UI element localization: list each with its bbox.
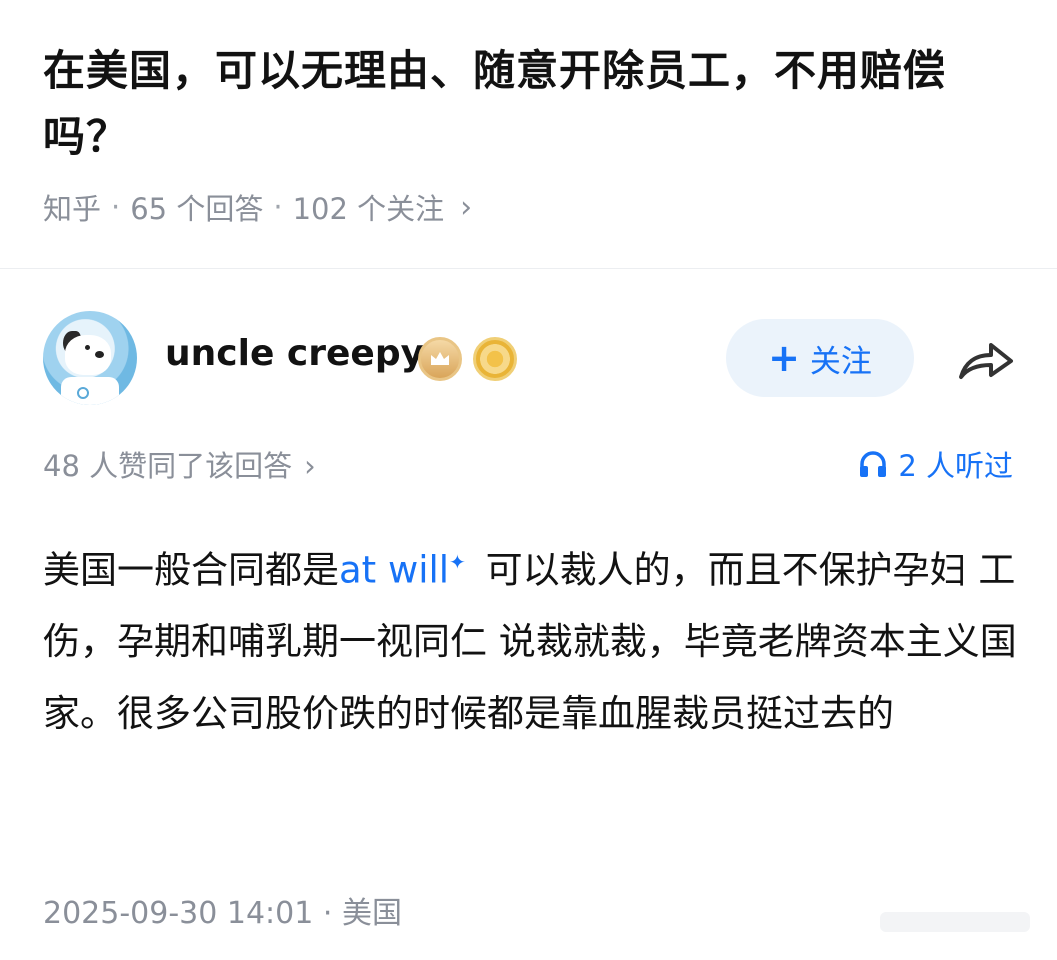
location: 美国 [341, 896, 402, 931]
timestamp: 2025-09-30 14:01 [43, 896, 314, 931]
follower-count: 102 个关注 [292, 192, 445, 226]
source-label: 知乎 [43, 192, 102, 226]
follow-button[interactable]: + 关注 [726, 319, 914, 397]
listened-text: 2 人听过 [898, 449, 1013, 483]
share-icon[interactable] [955, 335, 1015, 383]
coin-badge-icon[interactable] [473, 337, 517, 381]
author-name[interactable]: uncle creepy [165, 333, 424, 374]
crown-badge-icon[interactable] [418, 337, 462, 381]
separator: · [273, 190, 283, 224]
author-row: uncle creepy + 关注 [43, 311, 1018, 406]
answer-text: 美国一般合同都是 [43, 548, 339, 592]
question-title[interactable]: 在美国，可以无理由、随意开除员工，不用赔偿吗？ [43, 38, 1023, 170]
likes-summary[interactable]: 48 人赞同了该回答 › [43, 443, 316, 485]
avatar[interactable] [43, 311, 137, 405]
likes-text: 48 人赞同了该回答 [43, 449, 293, 483]
follow-label: 关注 [809, 343, 872, 380]
chevron-right-icon: › [304, 449, 316, 483]
chevron-right-icon: › [460, 189, 473, 225]
sparkle-icon: ✦ [449, 550, 466, 574]
plus-icon: + [768, 336, 800, 380]
separator: · [322, 896, 342, 931]
separator: · [111, 190, 121, 224]
watermark-icon [880, 912, 1030, 932]
answer-footer: 2025-09-30 14:01 · 美国 [43, 888, 402, 932]
answer-count: 65 个回答 [130, 192, 264, 226]
divider [0, 268, 1057, 269]
answer-body: 美国一般合同都是at will✦ 可以裁人的，而且不保护孕妇 工伤，孕期和哺乳期… [43, 526, 1018, 750]
question-meta[interactable]: 知乎 · 65 个回答 · 102 个关注 › [43, 186, 1023, 228]
answer-meta: 48 人赞同了该回答 › 2 人听过 [43, 443, 1013, 487]
question-header: 在美国，可以无理由、随意开除员工，不用赔偿吗？ 知乎 · 65 个回答 · 10… [43, 38, 1023, 228]
listened-summary[interactable]: 2 人听过 [858, 443, 1013, 485]
at-will-link[interactable]: at will [339, 548, 449, 591]
headphones-icon [860, 451, 887, 477]
